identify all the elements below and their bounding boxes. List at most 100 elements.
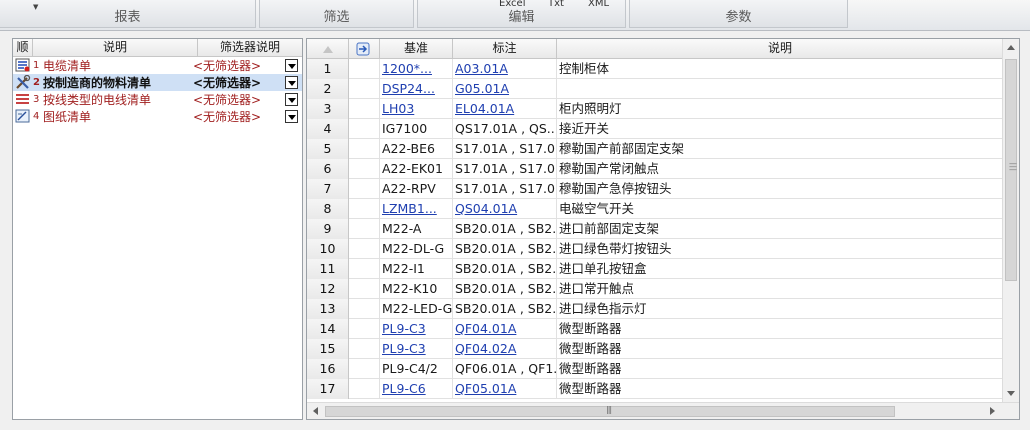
ribbon-group-params: 参数 xyxy=(629,0,848,28)
report-list-header: 顺 说明 筛选器说明 xyxy=(13,39,302,57)
base-cell[interactable]: 1200*... xyxy=(380,59,453,79)
sort-column-header[interactable] xyxy=(307,39,349,59)
table-row[interactable]: 14 PL9-C3 QF04.01A 微型断路器 xyxy=(307,319,1003,339)
row-jump-cell xyxy=(349,179,380,199)
table-row[interactable]: 13 M22-LED-G SB20.01A , SB2... 进口绿色指示灯 xyxy=(307,299,1003,319)
ribbon-group-label: 编辑 xyxy=(508,10,535,25)
filter-dropdown-button[interactable] xyxy=(285,76,298,89)
table-row[interactable]: 7 A22-RPV S17.01A , S17.0... 穆勒国产急停按钮头 xyxy=(307,179,1003,199)
filter-dropdown-button[interactable] xyxy=(285,59,298,72)
table-row[interactable]: 5 A22-BE6 S17.01A , S17.0... 穆勒国产前部固定支架 xyxy=(307,139,1003,159)
base-cell[interactable]: PL9-C6 xyxy=(380,379,453,399)
mark-cell[interactable]: QF05.01A xyxy=(453,379,557,399)
row-jump-cell xyxy=(349,199,380,219)
report-row-cable-list[interactable]: 1 电缆清单 <无筛选器> xyxy=(13,57,302,74)
table-row[interactable]: 12 M22-K10 SB20.01A , SB2... 进口常开触点 xyxy=(307,279,1003,299)
mark-cell: S17.01A , S17.0... xyxy=(453,159,557,179)
scroll-up-arrow-icon[interactable] xyxy=(1007,45,1015,50)
grid-header: 基准 标注 说明 xyxy=(307,39,1003,59)
mark-cell: QS17.01A , QS... xyxy=(453,119,557,139)
column-header-seq[interactable]: 顺 xyxy=(13,39,33,56)
mark-cell[interactable]: QF04.02A xyxy=(453,339,557,359)
filter-dropdown-button[interactable] xyxy=(285,93,298,106)
table-row[interactable]: 1 1200*... A03.01A 控制柜体 xyxy=(307,59,1003,79)
column-header-filter[interactable]: 筛选器说明 xyxy=(198,39,302,56)
row-number-cell: 6 xyxy=(307,159,349,179)
desc-cell: 柜内照明灯 xyxy=(559,101,622,116)
base-cell: A22-EK01 xyxy=(380,159,453,179)
report-row-bom-by-manufacturer[interactable]: 2 按制造商的物料清单 <无筛选器> xyxy=(13,74,302,91)
mark-cell: SB20.01A , SB2... xyxy=(453,239,557,259)
mark-cell: QF06.01A , QF1... xyxy=(453,359,557,379)
base-cell[interactable]: LH03 xyxy=(380,99,453,119)
horizontal-scroll-thumb[interactable]: ||| xyxy=(325,405,895,417)
report-row-number: 4 xyxy=(33,111,40,122)
horizontal-scrollbar[interactable]: ||| xyxy=(307,402,1019,419)
table-row[interactable]: 4 IG7100 QS17.01A , QS... 接近开关 xyxy=(307,119,1003,139)
table-row[interactable]: 3 LH03 EL04.01A 柜内照明灯 xyxy=(307,99,1003,119)
base-cell: M22-LED-G xyxy=(380,299,453,319)
base-cell[interactable]: LZMB1... xyxy=(380,199,453,219)
scroll-right-arrow-icon[interactable] xyxy=(990,407,995,415)
report-list-panel: 顺 说明 筛选器说明 1 电缆清单 <无筛选器> 2 按制造商的物料清单 <无筛… xyxy=(12,38,303,420)
table-row[interactable]: 10 M22-DL-G SB20.01A , SB2... 进口绿色带灯按钮头 xyxy=(307,239,1003,259)
desc-cell: 穆勒国产急停按钮头 xyxy=(559,181,672,196)
table-row[interactable]: 15 PL9-C3 QF04.02A 微型断路器 xyxy=(307,339,1003,359)
scroll-down-arrow-icon[interactable] xyxy=(1007,391,1015,396)
mark-cell[interactable]: QF04.01A xyxy=(453,319,557,339)
column-header-base[interactable]: 基准 xyxy=(380,39,453,59)
table-row[interactable]: 2 DSP24... G05.01A xyxy=(307,79,1003,99)
column-header-desc[interactable]: 说明 xyxy=(557,39,1003,59)
column-header-mark[interactable]: 标注 xyxy=(453,39,557,59)
row-jump-cell xyxy=(349,359,380,379)
mark-cell[interactable]: QS04.01A xyxy=(453,199,557,219)
mark-cell[interactable]: G05.01A xyxy=(453,79,557,99)
scroll-left-arrow-icon[interactable] xyxy=(313,407,318,415)
filter-dropdown-button[interactable] xyxy=(285,110,298,123)
column-header-desc[interactable]: 说明 xyxy=(33,39,198,56)
base-cell: A22-BE6 xyxy=(380,139,453,159)
scroll-grip-icon: — — — xyxy=(1009,159,1017,174)
vertical-scrollbar[interactable]: — — — xyxy=(1002,39,1019,402)
vertical-scroll-thumb[interactable]: — — — xyxy=(1005,59,1017,281)
jump-to-icon xyxy=(356,42,370,56)
row-jump-cell xyxy=(349,379,380,399)
row-jump-cell xyxy=(349,159,380,179)
ribbon-group-filter: 筛选 xyxy=(259,0,414,28)
table-row[interactable]: 6 A22-EK01 S17.01A , S17.0... 穆勒国产常闭触点 xyxy=(307,159,1003,179)
report-row-drawing-list[interactable]: 4 图纸清单 <无筛选器> xyxy=(13,108,302,125)
mark-cell: SB20.01A , SB2... xyxy=(453,299,557,319)
report-row-filter: <无筛选器> xyxy=(193,110,262,124)
report-row-desc: 电缆清单 xyxy=(43,59,92,73)
row-number-cell: 17 xyxy=(307,379,349,399)
table-row[interactable]: 16 PL9-C4/2 QF06.01A , QF1... 微型断路器 xyxy=(307,359,1003,379)
jump-column-header[interactable] xyxy=(349,39,380,59)
report-row-wire-list[interactable]: 3 按线类型的电线清单 <无筛选器> xyxy=(13,91,302,108)
desc-cell: 微型断路器 xyxy=(559,361,622,376)
report-row-number: 1 xyxy=(33,60,40,71)
desc-cell: 进口绿色带灯按钮头 xyxy=(559,241,672,256)
row-jump-cell xyxy=(349,79,380,99)
sort-ascending-icon xyxy=(323,46,333,53)
base-cell[interactable]: PL9-C3 xyxy=(380,339,453,359)
table-row[interactable]: 9 M22-A SB20.01A , SB2... 进口前部固定支架 xyxy=(307,219,1003,239)
row-jump-cell xyxy=(349,279,380,299)
table-row[interactable]: 17 PL9-C6 QF05.01A 微型断路器 xyxy=(307,379,1003,399)
bom-data-grid: 基准 标注 说明 1 1200*... A03.01A 控制柜体 2 DSP24... G0… xyxy=(306,38,1020,420)
row-number-cell: 13 xyxy=(307,299,349,319)
desc-cell: 穆勒国产前部固定支架 xyxy=(559,141,685,156)
row-jump-cell xyxy=(349,319,380,339)
desc-cell: 进口前部固定支架 xyxy=(559,221,660,236)
mark-cell[interactable]: A03.01A xyxy=(453,59,557,79)
table-row[interactable]: 11 M22-I1 SB20.01A , SB2... 进口单孔按钮盒 xyxy=(307,259,1003,279)
mark-cell[interactable]: EL04.01A xyxy=(453,99,557,119)
table-row[interactable]: 8 LZMB1... QS04.01A 电磁空气开关 xyxy=(307,199,1003,219)
mark-cell: S17.01A , S17.0... xyxy=(453,179,557,199)
desc-cell: 穆勒国产常闭触点 xyxy=(559,161,660,176)
base-cell[interactable]: DSP24... xyxy=(380,79,453,99)
row-number-cell: 14 xyxy=(307,319,349,339)
mark-cell: SB20.01A , SB2... xyxy=(453,259,557,279)
base-cell[interactable]: PL9-C3 xyxy=(380,319,453,339)
wire-list-icon xyxy=(15,92,33,107)
row-jump-cell xyxy=(349,339,380,359)
